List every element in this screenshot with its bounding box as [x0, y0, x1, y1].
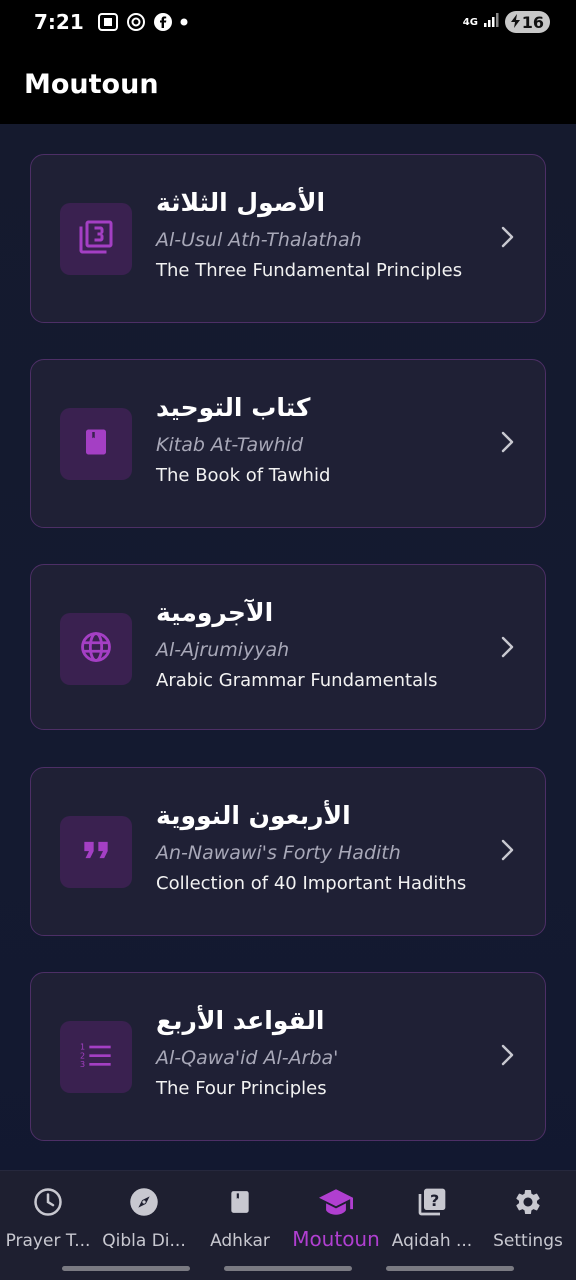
status-time: 7:21 [34, 10, 84, 34]
nav-label: Adhkar [210, 1231, 270, 1251]
compass-icon [96, 1185, 192, 1219]
card-arabic-title: الأربعون النووية [156, 801, 351, 830]
nav-label: Settings [493, 1231, 563, 1251]
nav-label: Prayer T... [5, 1231, 91, 1251]
chevron-right-icon [499, 838, 515, 866]
screenshot-icon [97, 13, 118, 31]
card-icon-container [60, 816, 132, 888]
gesture-handle [62, 1266, 190, 1271]
matn-card-arbaeen-nawawi[interactable]: الأربعون النووية An-Nawawi's Forty Hadit… [30, 767, 546, 936]
globe-icon [79, 630, 113, 668]
card-texts: الآجرومية Al-Ajrumiyyah Arabic Grammar F… [156, 595, 486, 694]
card-texts: الأربعون النووية An-Nawawi's Forty Hadit… [156, 798, 486, 897]
network-type: 4G [462, 16, 478, 28]
card-transliteration: Al-Qawa'id Al-Arba' [156, 1047, 339, 1069]
status-bar: 7:21 4G 16 [0, 0, 576, 44]
gesture-bar [0, 1266, 576, 1272]
card-texts: الأصول الثلاثة Al-Usul Ath-Thalathah The… [156, 185, 486, 284]
openai-icon [126, 12, 146, 32]
book-icon [192, 1185, 288, 1219]
chevron-right-icon [499, 1043, 515, 1071]
chevron-right-icon [499, 430, 515, 458]
card-transliteration: An-Nawawi's Forty Hadith [156, 842, 401, 864]
card-transliteration: Al-Ajrumiyyah [156, 639, 290, 661]
nav-label: Aqidah ... [391, 1231, 473, 1251]
card-transliteration: Al-Usul Ath-Thalathah [156, 229, 362, 251]
nav-item-settings[interactable]: Settings [480, 1185, 576, 1255]
matn-card-usul-thalathah[interactable]: الأصول الثلاثة Al-Usul Ath-Thalathah The… [30, 154, 546, 323]
book-icon [81, 426, 111, 462]
nav-item-moutoun[interactable]: Moutoun [288, 1185, 384, 1255]
svg-text:3: 3 [80, 1060, 85, 1069]
card-description: The Book of Tawhid [156, 465, 331, 486]
moutoun-list: الأصول الثلاثة Al-Usul Ath-Thalathah The… [0, 124, 576, 1170]
nav-item-aqidah[interactable]: ? Aqidah ... [384, 1185, 480, 1255]
quote-icon [82, 839, 110, 865]
card-texts: القواعد الأربع Al-Qawa'id Al-Arba' The F… [156, 1003, 486, 1102]
signal-icon [483, 12, 499, 32]
nav-label: Qibla Di... [102, 1231, 186, 1251]
chevron-right-icon [499, 225, 515, 253]
svg-text:?: ? [430, 1191, 439, 1210]
bottom-navigation: Prayer T... Qibla Di... Adhkar Moutoun ?… [0, 1170, 576, 1280]
page-title: Moutoun [24, 68, 159, 100]
card-transliteration: Kitab At-Tawhid [156, 434, 304, 456]
question-book-icon: ? [384, 1185, 480, 1219]
status-notification-icons [97, 12, 188, 32]
nav-item-prayer-times[interactable]: Prayer T... [0, 1185, 96, 1255]
gesture-handle [386, 1266, 514, 1271]
graduation-cap-icon [288, 1185, 384, 1219]
charging-icon [510, 13, 521, 32]
card-arabic-title: كتاب التوحيد [156, 393, 311, 422]
svg-text:2: 2 [80, 1051, 85, 1060]
nav-item-adhkar[interactable]: Adhkar [192, 1185, 288, 1255]
matn-card-ajrumiyyah[interactable]: الآجرومية Al-Ajrumiyyah Arabic Grammar F… [30, 564, 546, 730]
card-texts: كتاب التوحيد Kitab At-Tawhid The Book of… [156, 390, 486, 489]
card-description: The Three Fundamental Principles [156, 260, 463, 281]
card-arabic-title: الآجرومية [156, 598, 274, 627]
card-icon-container [60, 203, 132, 275]
gesture-handle [224, 1266, 352, 1271]
numbered-list-icon: 123 [80, 1041, 112, 1073]
gear-icon [480, 1185, 576, 1219]
card-description: Collection of 40 Important Hadiths [156, 873, 467, 894]
facebook-icon [153, 13, 172, 31]
clock-icon [0, 1185, 96, 1219]
chevron-right-icon [499, 635, 515, 663]
card-arabic-title: الأصول الثلاثة [156, 188, 326, 217]
card-description: Arabic Grammar Fundamentals [156, 670, 438, 691]
status-right: 4G 16 [463, 11, 550, 33]
battery-level: 16 [521, 12, 544, 32]
svg-text:1: 1 [80, 1043, 85, 1052]
nav-label: Moutoun [292, 1227, 380, 1251]
nav-item-qibla[interactable]: Qibla Di... [96, 1185, 192, 1255]
battery-indicator: 16 [504, 11, 550, 33]
card-description: The Four Principles [156, 1078, 327, 1099]
app-bar: Moutoun [0, 44, 576, 124]
matn-card-kitab-tawhid[interactable]: كتاب التوحيد Kitab At-Tawhid The Book of… [30, 359, 546, 528]
dot-icon [180, 18, 188, 26]
matn-card-qawaid-arba[interactable]: 123 القواعد الأربع Al-Qawa'id Al-Arba' T… [30, 972, 546, 1141]
card-icon-container: 123 [60, 1021, 132, 1093]
card-icon-container [60, 613, 132, 685]
filter-3-icon [78, 219, 114, 259]
card-arabic-title: القواعد الأربع [156, 1006, 325, 1035]
card-icon-container [60, 408, 132, 480]
